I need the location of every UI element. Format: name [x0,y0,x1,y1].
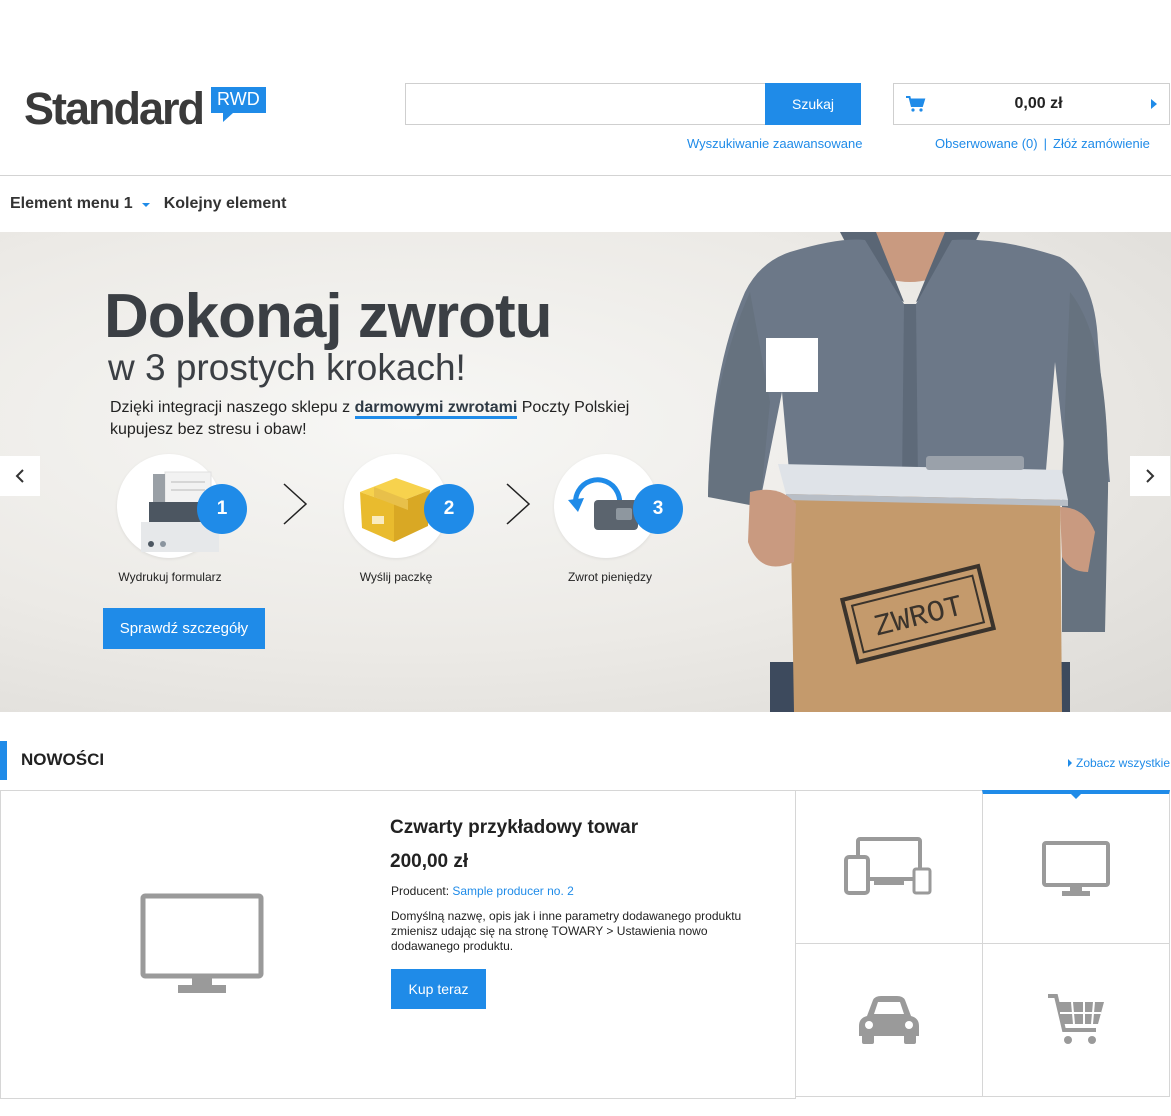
observed-link[interactable]: Obserwowane (0) [935,136,1038,151]
producer-link[interactable]: Sample producer no. 2 [452,884,573,898]
nav-item-element-menu-1[interactable]: Element menu 1 [10,195,150,213]
shopping-cart-icon [1048,994,1104,1044]
cart-total: 0,00 zł [1014,95,1063,112]
hero-desc-highlight: darmowymi zwrotami [354,399,518,419]
chevron-right-icon [283,483,308,525]
logo-text: Standard [24,83,205,134]
hero-description: Dzięki integracji naszego sklepu z darmo… [110,397,629,441]
car-icon [859,996,919,1044]
hero-desc-prefix: Dzięki integracji naszego sklepu z [110,399,355,416]
thumbnail-car[interactable] [795,943,983,1097]
section-title-news: NOWOŚCI [21,750,105,769]
step-3-label: Zwrot pieniędzy [567,570,653,584]
hero-banner: ZWROT Dokonaj zwrotu w 3 prostych krokac… [0,232,1171,712]
logo[interactable]: Standard RWD [24,84,266,134]
user-links: Obserwowane (0) | Złóż zamówienie [935,136,1150,151]
search-input[interactable] [405,83,766,125]
active-thumbnail-pointer [1071,794,1081,799]
logo-badge: RWD [211,87,266,122]
link-separator: | [1043,136,1047,151]
monitor-icon [1042,840,1110,896]
chevron-down-icon [141,203,150,207]
search-button[interactable]: Szukaj [765,83,861,125]
hero-title: Dokonaj zwrotu [104,282,553,351]
slider-prev-button[interactable] [0,456,40,496]
product-name[interactable]: Czwarty przykładowy towar [390,817,638,839]
thumbnail-devices[interactable] [795,790,983,944]
product-image-monitor-icon[interactable] [140,893,264,995]
step-1-number: 1 [197,484,247,534]
header-divider [0,175,1171,176]
product-description: Domyślną nazwę, opis jak i inne parametr… [391,909,742,953]
see-all-link[interactable]: Zobacz wszystkie [1068,756,1170,770]
hero-desc-suffix: Poczty Polskiej [517,399,630,416]
courier-image: ZWROT [708,232,1110,712]
product-producer: Producent: Sample producer no. 2 [391,884,574,898]
thumbnail-cart[interactable] [982,943,1170,1097]
cart-icon [906,96,926,112]
place-order-link[interactable]: Złóż zamówienie [1053,136,1150,151]
triangle-right-icon [1068,759,1072,767]
main-nav: Element menu 1 Kolejny element [10,195,286,213]
chevron-left-icon [15,469,24,483]
hero-desc-line2: kupujesz bez stresu i obaw! [110,421,307,438]
step-3-number: 3 [633,484,683,534]
chevron-right-icon [1146,469,1155,483]
advanced-search-link[interactable]: Wyszukiwanie zaawansowane [687,136,862,151]
producer-label: Producent: [391,884,453,898]
product-price: 200,00 zł [390,851,469,872]
devices-icon [844,837,932,895]
cart-arrow-icon [1151,99,1157,109]
step-2-label: Wyślij paczkę [359,570,433,584]
check-details-button[interactable]: Sprawdź szczegóły [103,608,265,649]
nav-item-kolejny-element[interactable]: Kolejny element [164,195,287,213]
step-2-number: 2 [424,484,474,534]
step-1-label: Wydrukuj formularz [118,570,222,584]
thumbnail-monitor[interactable] [982,790,1170,944]
chevron-right-icon [506,483,531,525]
nav-item-label: Element menu 1 [10,195,133,212]
section-accent-bar [0,741,7,780]
see-all-label: Zobacz wszystkie [1076,756,1171,770]
nav-item-label: Kolejny element [163,195,287,212]
hero-subtitle: w 3 prostych krokach! [108,347,466,388]
cart-widget[interactable]: 0,00 zł [893,83,1170,125]
buy-now-button[interactable]: Kup teraz [391,969,486,1009]
slider-next-button[interactable] [1130,456,1170,496]
